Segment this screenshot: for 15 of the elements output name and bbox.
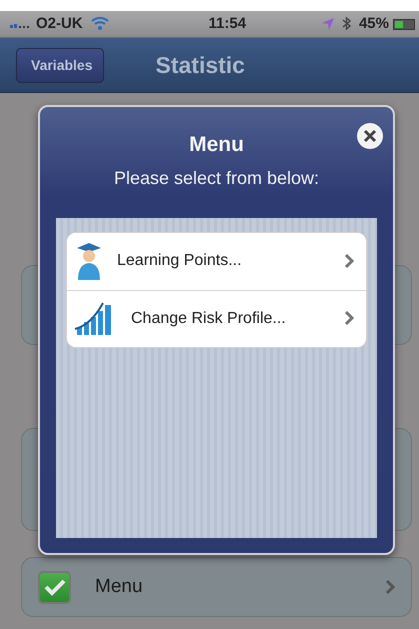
back-button[interactable]: Variables: [16, 48, 104, 82]
battery-percent: 45%: [358, 14, 389, 34]
close-button[interactable]: [357, 123, 383, 149]
check-icon: [44, 578, 66, 596]
dialog-subtitle: Please select from below:: [112, 166, 320, 190]
dialog-title: Menu: [189, 132, 244, 158]
clock-time: 11:54: [208, 14, 246, 34]
battery-icon: [393, 18, 415, 30]
row-label: Menu: [95, 574, 144, 599]
close-icon: [363, 129, 377, 143]
menu-item[interactable]: Change Risk Profile...: [67, 290, 366, 346]
menu-row[interactable]: Menu: [21, 557, 412, 617]
carrier-name: O2-UK: [36, 14, 83, 34]
checkbox[interactable]: [38, 570, 71, 604]
screen-title: Statistic: [156, 50, 245, 80]
